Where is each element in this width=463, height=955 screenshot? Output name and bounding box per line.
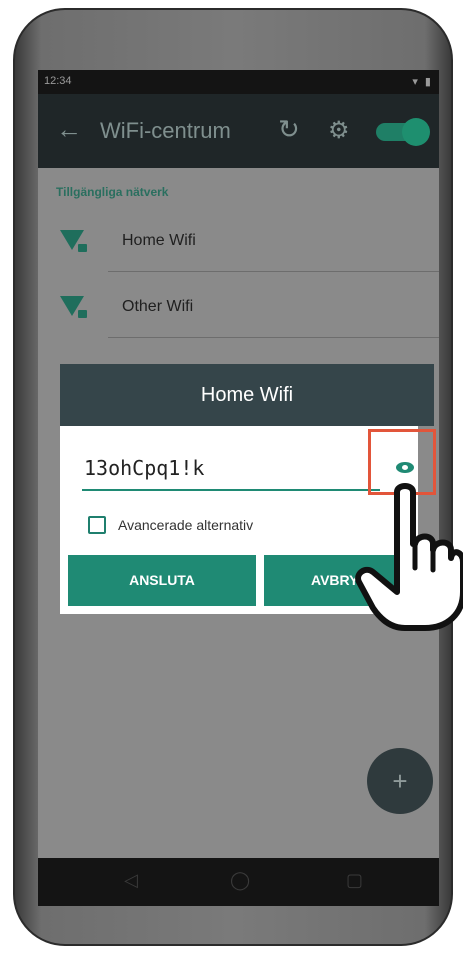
status-icons: ▾ ▮	[412, 76, 433, 88]
dialog-title: Home Wifi	[60, 364, 434, 426]
wifi-toggle[interactable]	[376, 118, 430, 146]
network-name: Home Wifi	[122, 232, 196, 249]
lock-icon	[78, 244, 87, 252]
plus-icon: +	[392, 766, 408, 796]
status-time: 12:34	[44, 75, 72, 87]
nav-home-icon[interactable]: ◯	[230, 870, 250, 891]
nav-bar: ◁ ◯ ▢	[38, 858, 439, 906]
input-underline	[82, 489, 380, 491]
network-name: Other Wifi	[122, 298, 194, 315]
arrow-left-icon[interactable]: ←	[56, 114, 82, 145]
refresh-icon[interactable]: ↻	[278, 114, 300, 145]
app-title: WiFi-centrum	[100, 118, 231, 143]
divider	[108, 271, 439, 272]
app-bar: ← WiFi-centrum ↻ ⚙	[38, 94, 439, 168]
lock-icon	[78, 310, 87, 318]
divider	[108, 337, 439, 338]
add-network-button[interactable]: +	[367, 748, 433, 814]
nav-back-icon[interactable]: ◁	[124, 870, 138, 891]
section-label: Tillgängliga nätverk	[56, 185, 169, 199]
gear-icon[interactable]: ⚙	[328, 116, 350, 145]
network-item-home[interactable]: Home Wifi	[38, 210, 439, 272]
password-input[interactable]: 13ohCpq1!k	[84, 456, 204, 480]
nav-recents-icon[interactable]: ▢	[346, 870, 363, 891]
hand-pointer-icon	[355, 483, 463, 631]
connect-button[interactable]: ANSLUTA	[68, 555, 256, 606]
network-item-other[interactable]: Other Wifi	[38, 276, 439, 338]
status-bar: 12:34 ▾ ▮	[38, 70, 439, 94]
advanced-options-label: Avancerade alternativ	[118, 517, 254, 533]
advanced-options-checkbox[interactable]	[88, 516, 106, 534]
